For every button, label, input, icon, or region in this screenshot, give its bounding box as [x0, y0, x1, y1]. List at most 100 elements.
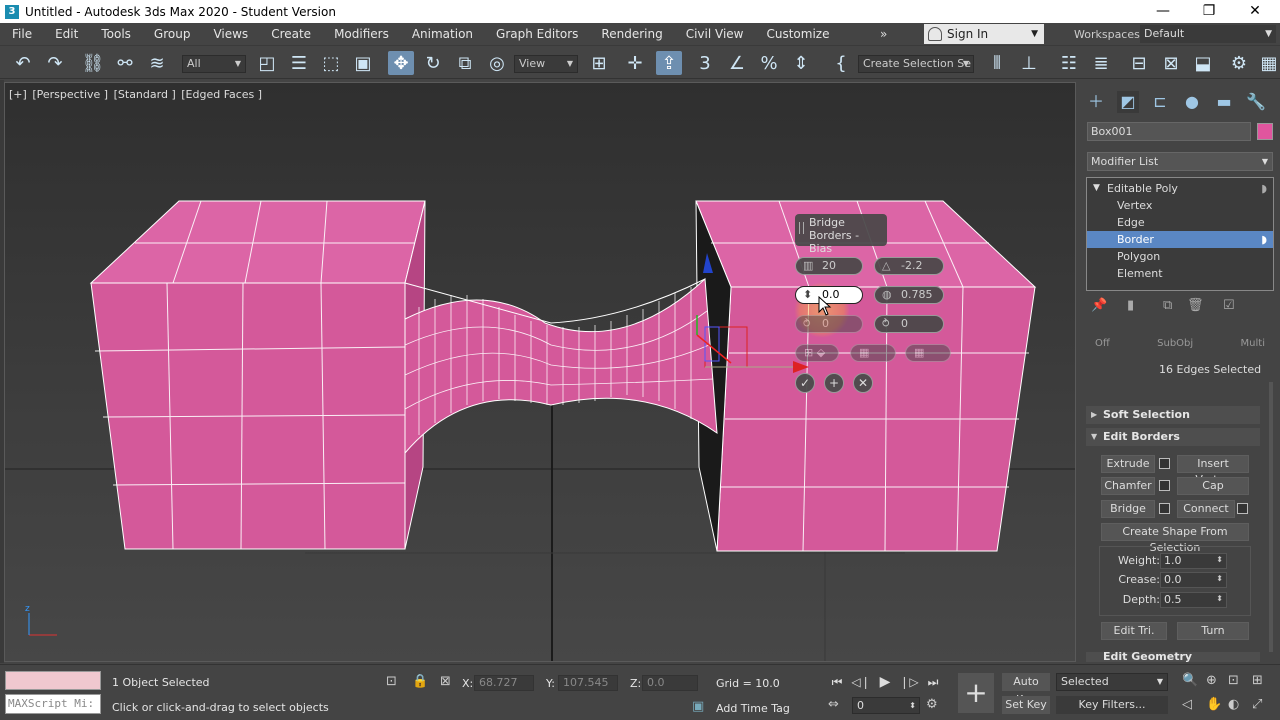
remove-modifier-icon[interactable]: 🗑	[1187, 298, 1204, 313]
object-color-swatch[interactable]	[1257, 123, 1273, 140]
menu-overflow-icon[interactable]: »	[880, 23, 887, 45]
unlink-icon[interactable]: ⚯	[112, 51, 138, 75]
current-frame-field[interactable]: 0 ⬍	[852, 697, 920, 714]
maximize-button[interactable]: ❐	[1186, 0, 1232, 23]
bind-space-warp-icon[interactable]: ≋	[144, 51, 170, 75]
y-coordinate-field[interactable]: 107.545	[558, 675, 618, 691]
mirror-icon[interactable]: ⫴	[984, 51, 1010, 75]
stack-item-editable-poly[interactable]: ▼ Editable Poly ◗	[1087, 180, 1273, 197]
preview-off-label[interactable]: Off	[1095, 338, 1110, 349]
extrude-settings-icon[interactable]	[1159, 458, 1170, 469]
spinner-arrows-icon[interactable]: ⬍	[1216, 553, 1223, 567]
create-tab-icon[interactable]: ＋	[1085, 91, 1107, 113]
chamfer-button[interactable]: Chamfer	[1101, 477, 1155, 495]
zoom-all-icon[interactable]: ⊕	[1206, 673, 1217, 688]
soft-selection-rollout[interactable]: ▶ Soft Selection	[1086, 406, 1260, 424]
time-tag-icon[interactable]: ▣	[692, 699, 704, 714]
snaps-toggle-icon[interactable]: 3	[692, 51, 718, 75]
select-and-move-icon[interactable]: ✥	[388, 51, 414, 75]
named-selection-set-dropdown[interactable]: Create Selection Se ▼	[858, 55, 974, 73]
light-bulb-icon[interactable]: ◗	[1261, 231, 1267, 248]
viewport-pov-label[interactable]: [Perspective ]	[32, 88, 108, 101]
stack-item-element[interactable]: Element	[1087, 265, 1273, 282]
viewport-standard-label[interactable]: [Standard ]	[114, 88, 176, 101]
selection-lock-icon[interactable]: 🔒	[412, 674, 428, 689]
maxscript-listener-output[interactable]	[5, 671, 101, 690]
pan-view-icon[interactable]: ✋	[1206, 697, 1222, 712]
configure-modifier-sets-icon[interactable]: ☑	[1223, 298, 1235, 313]
preview-subobj-label[interactable]: SubObj	[1157, 338, 1193, 349]
spinner-arrows-icon[interactable]: ⬍	[909, 698, 916, 713]
preview-multi-label[interactable]: Multi	[1241, 338, 1265, 349]
next-frame-icon[interactable]: ❘▷	[898, 673, 920, 691]
show-end-result-icon[interactable]: ▮	[1127, 298, 1134, 313]
motion-tab-icon[interactable]: ●	[1181, 91, 1203, 113]
apply-plus-icon[interactable]: +	[824, 373, 844, 393]
select-object-icon[interactable]: ◰	[254, 51, 280, 75]
object-name-field[interactable]: Box001	[1087, 122, 1251, 141]
segments-field[interactable]: ▥ 20	[795, 257, 863, 275]
depth-spinner[interactable]: 0.5 ⬍	[1160, 592, 1227, 608]
absolute-mode-icon[interactable]: ⊠	[440, 674, 451, 689]
stack-item-vertex[interactable]: Vertex	[1087, 197, 1273, 214]
rectangular-selection-icon[interactable]: ⬚	[318, 51, 344, 75]
bridge-button[interactable]: Bridge	[1101, 500, 1155, 518]
workspace-select[interactable]: Default ▼	[1140, 25, 1276, 43]
selection-filter-dropdown[interactable]: All ▼	[182, 55, 246, 73]
add-time-tag[interactable]: Add Time Tag	[716, 702, 790, 715]
zoom-extents-icon[interactable]: ⊡	[1228, 673, 1239, 688]
utilities-tab-icon[interactable]: 🔧	[1245, 91, 1267, 113]
set-key-icon[interactable]: +	[958, 673, 994, 713]
menu-animation[interactable]: Animation	[400, 23, 484, 45]
field-of-view-icon[interactable]: ◁	[1182, 697, 1192, 712]
x-coordinate-field[interactable]: 68.727	[474, 675, 534, 691]
viewport-shading-label[interactable]: [Edged Faces ]	[181, 88, 262, 101]
redo-icon[interactable]: ↷	[42, 51, 68, 75]
menu-tools[interactable]: Tools	[89, 23, 142, 45]
z-coordinate-field[interactable]: 0.0	[642, 675, 698, 691]
viewport-menu-label[interactable]: [+]	[9, 88, 27, 101]
select-and-rotate-icon[interactable]: ↻	[420, 51, 446, 75]
material-editor-icon[interactable]: ⬓	[1190, 51, 1216, 75]
border-pick-1-field[interactable]: ▦	[850, 344, 896, 362]
display-tab-icon[interactable]: ▬	[1213, 91, 1235, 113]
viewport-label[interactable]: [+] [Perspective ] [Standard ] [Edged Fa…	[9, 88, 264, 101]
turn-button[interactable]: Turn	[1177, 622, 1249, 640]
pivot-center-icon[interactable]: ⊞	[586, 51, 612, 75]
twist2-field[interactable]: ⥁ 0	[874, 315, 944, 333]
zoom-icon[interactable]: 🔍	[1182, 673, 1198, 688]
minimize-button[interactable]: —	[1140, 0, 1186, 23]
extrude-button[interactable]: Extrude	[1101, 455, 1155, 473]
edit-tri-button[interactable]: Edit Tri.	[1101, 622, 1167, 640]
key-mode-dropdown[interactable]: Selected ▼	[1056, 673, 1168, 691]
align-icon[interactable]: ⊥	[1016, 51, 1042, 75]
hierarchy-tab-icon[interactable]: ⊏	[1149, 91, 1171, 113]
edge-pick-field[interactable]: ⊞ ⬙	[795, 344, 839, 362]
zoom-extents-all-icon[interactable]: ⊞	[1252, 673, 1263, 688]
select-and-place-icon[interactable]: ◎	[484, 51, 510, 75]
stack-item-polygon[interactable]: Polygon	[1087, 248, 1273, 265]
modifier-list-dropdown[interactable]: Modifier List ▼	[1087, 152, 1273, 171]
spinner-arrows-icon[interactable]: ⬍	[1216, 572, 1223, 586]
bridge-settings-icon[interactable]	[1159, 503, 1170, 514]
percent-snap-icon[interactable]: %	[756, 51, 782, 75]
select-by-name-icon[interactable]: ☰	[286, 51, 312, 75]
angle-snap-icon[interactable]: ∠	[724, 51, 750, 75]
taper-field[interactable]: △ -2.2	[874, 257, 944, 275]
menu-create[interactable]: Create	[259, 23, 322, 45]
menu-rendering[interactable]: Rendering	[589, 23, 673, 45]
create-shape-button[interactable]: Create Shape From Selection	[1101, 523, 1249, 554]
crease-spinner[interactable]: 0.0 ⬍	[1160, 572, 1227, 588]
insert-vertex-button[interactable]: Insert Vertex	[1177, 455, 1249, 486]
curve-editor-icon[interactable]: ⊟	[1126, 51, 1152, 75]
connect-button[interactable]: Connect	[1177, 500, 1235, 518]
light-bulb-icon[interactable]: ◗	[1261, 180, 1267, 197]
chamfer-settings-icon[interactable]	[1159, 480, 1170, 491]
menu-civil-view[interactable]: Civil View	[674, 23, 755, 45]
edit-named-selection-icon[interactable]: {	[828, 51, 854, 75]
undo-icon[interactable]: ↶	[10, 51, 36, 75]
menu-modifiers[interactable]: Modifiers	[322, 23, 400, 45]
maxscript-mini-listener[interactable]: MAXScript Mi:	[5, 694, 101, 714]
edit-geometry-rollout[interactable]: Edit Geometry	[1086, 652, 1260, 662]
menu-customize[interactable]: Customize	[754, 23, 840, 45]
